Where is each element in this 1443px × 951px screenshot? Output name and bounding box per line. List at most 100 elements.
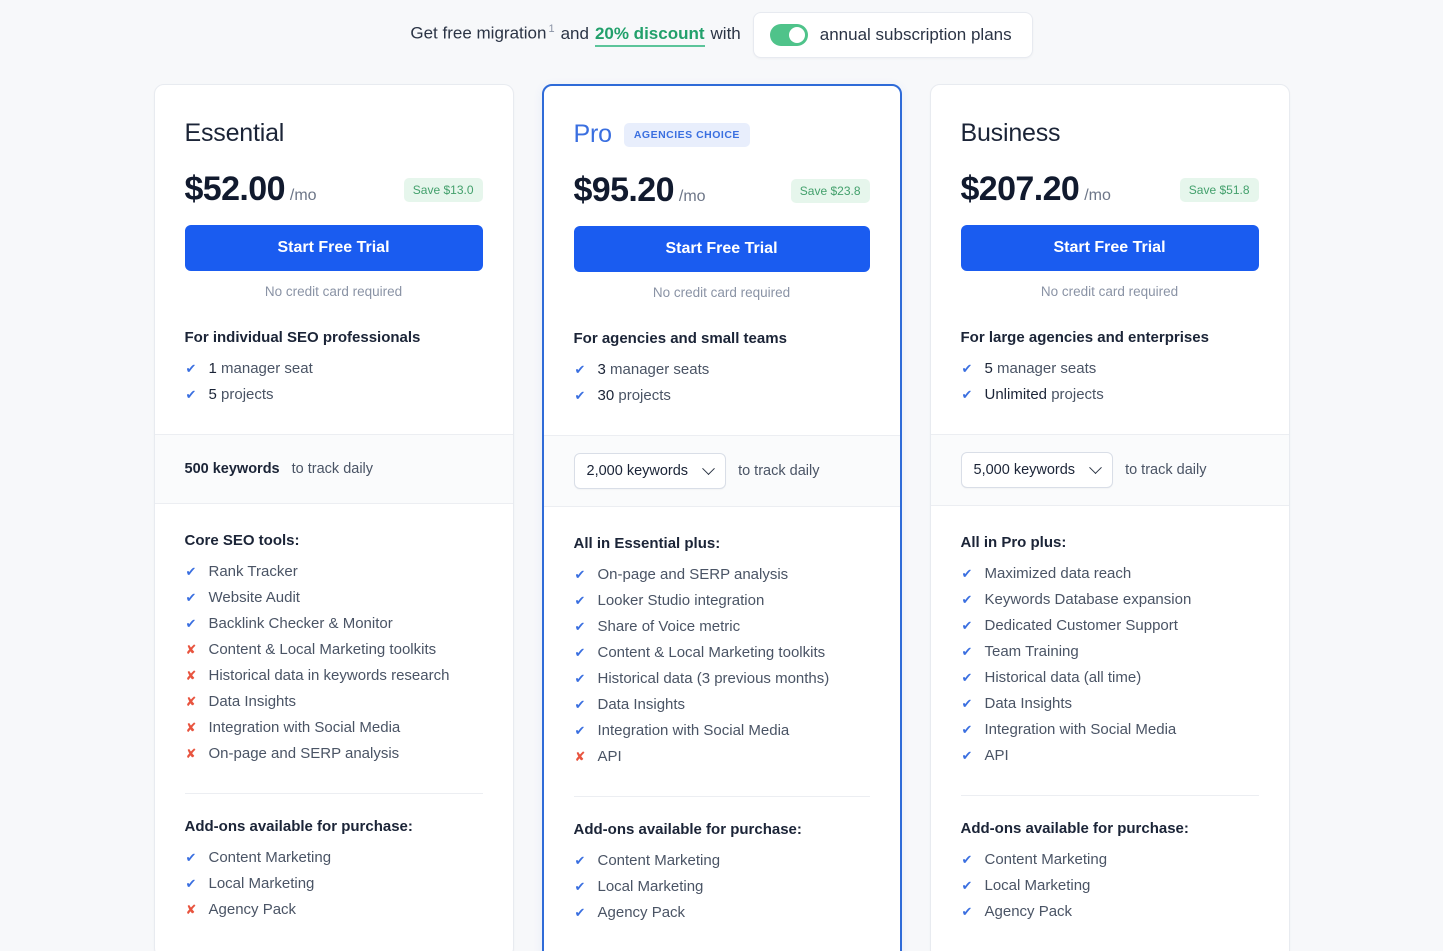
feature-value: 1	[208, 360, 217, 377]
feature-item: ✔ Website Audit	[185, 585, 483, 611]
check-icon: ✔	[961, 361, 973, 376]
feature-label: Integration with Social Media	[208, 719, 401, 736]
features-title: All in Pro plus:	[960, 534, 1067, 551]
check-icon: ✔	[185, 361, 197, 376]
price-row: $52.00/mo Save $13.0	[185, 170, 483, 209]
feature-item: ✔ Backlink Checker & Monitor	[185, 611, 483, 637]
check-icon: ✔	[961, 644, 973, 659]
check-icon: ✔	[185, 590, 197, 605]
pricing-cards-container: Essential $52.00/mo Save $13.0 Start Free T…	[0, 70, 1443, 951]
feature-label: Agency Pack	[984, 903, 1073, 920]
cross-icon: ✘	[185, 694, 197, 709]
keywords-suffix-label: to track daily	[291, 461, 374, 477]
cross-icon: ✘	[185, 902, 197, 917]
feature-unit-label: manager seats	[610, 361, 710, 378]
addons-title: Add-ons available for purchase:	[184, 818, 413, 835]
feature-item: ✔ Integration with Social Media	[961, 717, 1259, 743]
price-row: $95.20/mo Save $23.8	[574, 171, 870, 210]
pricing-card-business: Business $207.20/mo Save $51.8 Start Free T…	[929, 84, 1290, 951]
price-row: $207.20/mo Save $51.8	[961, 170, 1259, 209]
keywords-select[interactable]: 2,000 keywords	[573, 453, 727, 489]
card-top-section: Business $207.20/mo Save $51.8 Start Free T…	[931, 85, 1289, 408]
feature-value: 5	[984, 360, 993, 377]
billing-period-toggle-group[interactable]: annual subscription plans	[752, 12, 1033, 58]
price-period: /mo	[678, 188, 706, 205]
cross-icon: ✘	[185, 668, 197, 683]
pricing-card-essential: Essential $52.00/mo Save $13.0 Start Free T…	[153, 84, 514, 951]
start-free-trial-button[interactable]: Start Free Trial	[573, 226, 870, 272]
cross-icon: ✘	[185, 720, 197, 735]
promo-footnote-mark: 1	[548, 23, 555, 36]
keywords-band: 5,000 keywords to track daily	[930, 434, 1289, 506]
feature-value: 3	[597, 361, 606, 378]
feature-label: Share of Voice metric	[597, 618, 741, 635]
no-credit-card-note: No credit card required	[264, 284, 403, 299]
feature-item: ✔ Historical data (all time)	[961, 665, 1259, 691]
check-icon: ✔	[961, 618, 973, 633]
check-icon: ✔	[574, 853, 586, 868]
chevron-down-icon	[1089, 460, 1102, 474]
check-icon: ✔	[574, 671, 586, 686]
plan-header: Pro AGENCIES CHOICE	[574, 86, 870, 149]
feature-item: ✔ 1 manager seat	[185, 356, 483, 382]
feature-label: Unlimited projects	[985, 382, 1104, 408]
promo-discount-highlight: 20% discount	[594, 24, 705, 47]
keywords-band: 2,000 keywords to track daily	[543, 435, 900, 507]
keywords-select[interactable]: 5,000 keywords	[960, 452, 1114, 488]
plan-price: $207.20	[960, 170, 1080, 208]
feature-label: Keywords Database expansion	[984, 591, 1192, 608]
feature-value: 5	[208, 386, 217, 403]
features-section: All in Essential plus: ✔ On-page and SERP …	[574, 507, 870, 770]
features-section: Core SEO tools: ✔ Rank Tracker ✔ Website Aud…	[185, 504, 483, 767]
check-icon: ✔	[574, 879, 586, 894]
feature-item: ✔ Local Marketing	[574, 874, 870, 900]
feature-item: ✔ Content Marketing	[961, 847, 1259, 873]
feature-item: ✔ Local Marketing	[185, 871, 483, 897]
cross-icon: ✘	[574, 749, 586, 764]
plan-name: Essential	[184, 119, 285, 147]
feature-label: 30 projects	[598, 383, 671, 409]
check-icon: ✔	[185, 564, 197, 579]
feature-label: Team Training	[984, 643, 1079, 660]
feature-item: ✔ Rank Tracker	[185, 559, 483, 585]
addons-list: ✔ Content Marketing ✔ Local Marketing ✔ Agenc…	[961, 847, 1259, 925]
start-free-trial-button[interactable]: Start Free Trial	[960, 225, 1259, 271]
feature-label: Agency Pack	[597, 904, 686, 921]
feature-label: 3 manager seats	[598, 357, 710, 383]
plan-audience: For large agencies and enterprises	[960, 329, 1209, 346]
feature-label: API	[597, 748, 622, 765]
annual-billing-toggle[interactable]	[769, 24, 808, 46]
feature-value: 30	[597, 387, 615, 404]
plan-audience: For individual SEO professionals	[184, 329, 421, 346]
features-title: All in Essential plus:	[573, 535, 721, 552]
savings-badge: Save $51.8	[1179, 177, 1259, 202]
check-icon: ✔	[961, 852, 973, 867]
feature-unit-label: manager seat	[221, 360, 313, 377]
check-icon: ✔	[961, 592, 973, 607]
plan-price: $52.00	[184, 170, 286, 208]
feature-label: Content Marketing	[208, 849, 332, 866]
feature-label: On-page and SERP analysis	[597, 566, 789, 583]
addons-list: ✔ Content Marketing ✔ Local Marketing ✔ Agenc…	[574, 848, 870, 926]
plan-limits-list: ✔ 5 manager seats ✔ Unlimited projects	[961, 356, 1259, 408]
card-top-section: Pro AGENCIES CHOICE $95.20/mo Save $23.8 Sta…	[544, 86, 900, 409]
feature-item: ✘ Agency Pack	[185, 897, 483, 923]
feature-item: ✔ Integration with Social Media	[574, 718, 870, 744]
check-icon: ✔	[185, 850, 197, 865]
check-icon: ✔	[961, 696, 973, 711]
feature-item: ✔ Data Insights	[961, 691, 1259, 717]
check-icon: ✔	[961, 722, 973, 737]
feature-item: ✔ Agency Pack	[574, 900, 870, 926]
feature-item: ✔ On-page and SERP analysis	[574, 562, 870, 588]
toggle-knob	[788, 27, 805, 43]
feature-item: ✔ Dedicated Customer Support	[961, 613, 1259, 639]
feature-unit-label: projects	[221, 386, 274, 403]
feature-label: Content Marketing	[597, 852, 721, 869]
feature-item: ✘ Integration with Social Media	[185, 715, 483, 741]
check-icon: ✔	[961, 904, 973, 919]
keywords-suffix-label: to track daily	[1125, 462, 1207, 478]
feature-label: Content & Local Marketing toolkits	[597, 644, 826, 661]
addons-list: ✔ Content Marketing ✔ Local Marketing ✘ Agenc…	[185, 845, 483, 923]
start-free-trial-button[interactable]: Start Free Trial	[184, 225, 483, 271]
feature-label: Website Audit	[208, 589, 300, 606]
